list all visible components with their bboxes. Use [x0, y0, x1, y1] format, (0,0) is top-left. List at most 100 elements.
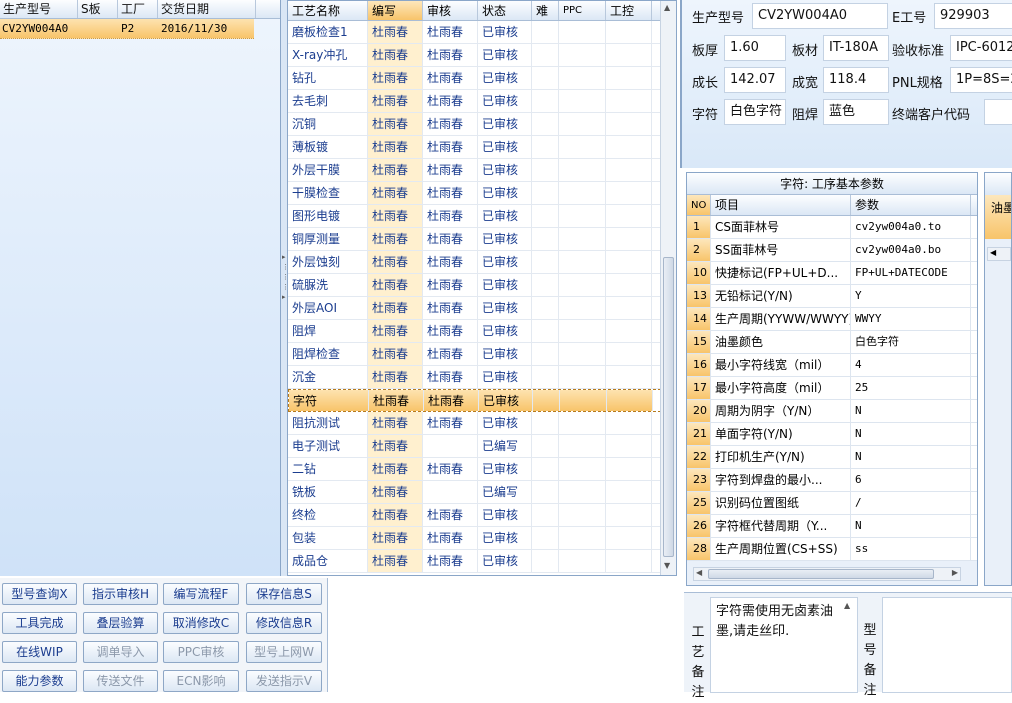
reviewer-cell: 杜雨春 — [423, 21, 478, 43]
table-row[interactable]: 二钻 杜雨春 杜雨春 已审核 — [288, 458, 676, 481]
list-item[interactable]: 21 单面字符(Y/N) N — [687, 423, 977, 446]
mask-field[interactable]: 蓝色 — [823, 99, 889, 125]
list-item[interactable]: 22 打印机生产(Y/N) N — [687, 446, 977, 469]
column-header-item[interactable]: 项目 — [711, 195, 851, 215]
standard-field[interactable]: IPC-6012 — [950, 35, 1012, 61]
column-header-writer[interactable]: 编写 — [368, 1, 423, 20]
table-row[interactable]: 干膜检查 杜雨春 杜雨春 已审核 — [288, 182, 676, 205]
action-button[interactable]: 工具完成 — [2, 612, 77, 634]
table-row[interactable]: 铣板 杜雨春 已编写 — [288, 481, 676, 504]
action-button[interactable]: 编写流程F — [163, 583, 239, 605]
list-item[interactable]: 20 周期为阴字（Y/N） N — [687, 400, 977, 423]
column-header-process-name[interactable]: 工艺名称 — [288, 1, 368, 20]
scroll-right-icon[interactable]: ▶ — [952, 568, 958, 577]
list-item[interactable]: 15 油墨颜色 白色字符 — [687, 331, 977, 354]
control-cell — [606, 366, 652, 388]
column-header-status[interactable]: 状态 — [478, 1, 532, 20]
reviewer-cell: 杜雨春 — [423, 113, 478, 135]
process-grid-scrollbar[interactable]: ▲ ▼ — [660, 1, 676, 575]
list-item[interactable]: 1 CS面菲林号 cv2yw004a0.to — [687, 216, 977, 239]
action-button[interactable]: 在线WIP — [2, 641, 77, 663]
scrollbar-thumb[interactable] — [663, 257, 674, 557]
column-header-ppc[interactable]: PPC — [559, 1, 606, 20]
table-row[interactable]: 电子测试 杜雨春 已编写 — [288, 435, 676, 458]
ink-panel-scroll-left-icon[interactable]: ◀ — [987, 247, 1011, 261]
column-header-factory[interactable]: 工厂 — [118, 0, 158, 18]
table-row[interactable]: 硫脲洗 杜雨春 杜雨春 已审核 — [288, 274, 676, 297]
hscroll-thumb[interactable] — [708, 569, 934, 579]
difficulty-cell — [532, 159, 559, 181]
table-row[interactable]: 外层蚀刻 杜雨春 杜雨春 已审核 — [288, 251, 676, 274]
action-button[interactable]: 调单导入 — [83, 641, 158, 663]
column-header-value[interactable]: 参数 — [851, 195, 971, 215]
action-button[interactable]: 发送指示V — [246, 670, 322, 692]
list-item[interactable]: 10 快捷标记(FP+UL+D... FP+UL+DATECODE — [687, 262, 977, 285]
action-button[interactable]: PPC审核 — [163, 641, 239, 663]
pnl-field[interactable]: 1P=8S=2 — [950, 67, 1012, 93]
model-field[interactable]: CV2YW004A0 — [752, 3, 888, 29]
table-row[interactable]: 外层AOI 杜雨春 杜雨春 已审核 — [288, 297, 676, 320]
column-header-s-board[interactable]: S板 — [78, 0, 118, 18]
table-row[interactable]: 阻焊 杜雨春 杜雨春 已审核 — [288, 320, 676, 343]
table-row[interactable]: 图形电镀 杜雨春 杜雨春 已审核 — [288, 205, 676, 228]
width-field[interactable]: 118.4 — [823, 67, 889, 93]
action-button[interactable]: ECN影响 — [163, 670, 239, 692]
writer-cell: 杜雨春 — [368, 458, 423, 480]
char-field[interactable]: 白色字符 — [724, 99, 786, 125]
list-item[interactable]: 14 生产周期(YYWW/WWYY) WWYY — [687, 308, 977, 331]
column-header-control[interactable]: 工控 — [606, 1, 652, 20]
scroll-down-icon[interactable]: ▼ — [664, 561, 670, 570]
action-button[interactable]: 取消修改C — [163, 612, 239, 634]
action-button[interactable]: 保存信息S — [246, 583, 322, 605]
list-item[interactable]: 13 无铅标记(Y/N) Y — [687, 285, 977, 308]
table-row[interactable]: 外层干膜 杜雨春 杜雨春 已审核 — [288, 159, 676, 182]
list-item[interactable]: 2 SS面菲林号 cv2yw004a0.bo — [687, 239, 977, 262]
order-row[interactable]: CV2YW004A0 P2 2016/11/30 — [0, 19, 254, 39]
column-header-difficulty[interactable]: 难 — [532, 1, 559, 20]
eno-field[interactable]: 929903 — [934, 3, 1012, 29]
list-item[interactable]: 16 最小字符线宽（mil） 4 — [687, 354, 977, 377]
table-row[interactable]: 沉铜 杜雨春 杜雨春 已审核 — [288, 113, 676, 136]
process-remark-text[interactable]: 字符需使用无卤素油墨,请走丝印. — [710, 597, 858, 693]
action-button[interactable]: 型号上网W — [246, 641, 322, 663]
table-row[interactable]: X-ray冲孔 杜雨春 杜雨春 已审核 — [288, 44, 676, 67]
thickness-field[interactable]: 1.60 — [724, 35, 786, 61]
list-item[interactable]: 25 识别码位置图纸 / — [687, 492, 977, 515]
column-header-reviewer[interactable]: 审核 — [423, 1, 478, 20]
table-row[interactable]: 铜厚测量 杜雨春 杜雨春 已审核 — [288, 228, 676, 251]
scroll-up-icon[interactable]: ▲ — [664, 3, 670, 12]
action-button[interactable]: 叠层验算 — [83, 612, 158, 634]
list-item[interactable]: 17 最小字符高度（mil） 25 — [687, 377, 977, 400]
params-hscrollbar[interactable]: ◀ ▶ — [693, 567, 961, 581]
table-row[interactable]: 磨板检查1 杜雨春 杜雨春 已审核 — [288, 21, 676, 44]
table-row[interactable]: 包装 杜雨春 杜雨春 已审核 — [288, 527, 676, 550]
table-row[interactable]: 薄板镀 杜雨春 杜雨春 已审核 — [288, 136, 676, 159]
action-button[interactable]: 修改信息R — [246, 612, 322, 634]
customer-field[interactable] — [984, 99, 1012, 125]
list-item[interactable]: 28 生产周期位置(CS+SS) ss — [687, 538, 977, 561]
material-field[interactable]: IT-180A — [823, 35, 889, 61]
model-remark-text[interactable] — [882, 597, 1012, 693]
length-field[interactable]: 142.07 — [724, 67, 786, 93]
action-button[interactable]: 传送文件 — [83, 670, 158, 692]
table-row[interactable]: 钻孔 杜雨春 杜雨春 已审核 — [288, 67, 676, 90]
table-row[interactable]: 字符 杜雨春 杜雨春 已审核 — [288, 389, 676, 412]
remark-scroll-up-icon[interactable]: ▲ — [844, 601, 850, 610]
column-header-date[interactable]: 交货日期 — [158, 0, 256, 18]
table-row[interactable]: 阻焊检查 杜雨春 杜雨春 已审核 — [288, 343, 676, 366]
action-button[interactable]: 指示审核H — [83, 583, 158, 605]
action-button[interactable]: 型号查询X — [2, 583, 77, 605]
table-row[interactable]: 阻抗测试 杜雨春 杜雨春 已审核 — [288, 412, 676, 435]
table-row[interactable]: 终检 杜雨春 杜雨春 已审核 — [288, 504, 676, 527]
column-header-no[interactable]: NO — [687, 195, 711, 215]
param-no-cell: 10 — [687, 262, 711, 284]
scroll-left-icon[interactable]: ◀ — [696, 568, 702, 577]
list-item[interactable]: 23 字符到焊盘的最小... 6 — [687, 469, 977, 492]
action-button[interactable]: 能力参数 — [2, 670, 77, 692]
list-item[interactable]: 26 字符框代替周期（Y... N — [687, 515, 977, 538]
eno-label: E工号 — [892, 11, 927, 26]
table-row[interactable]: 沉金 杜雨春 杜雨春 已审核 — [288, 366, 676, 389]
table-row[interactable]: 成品仓 杜雨春 杜雨春 已审核 — [288, 550, 676, 573]
column-header-model[interactable]: 生产型号 — [0, 0, 78, 18]
table-row[interactable]: 去毛刺 杜雨春 杜雨春 已审核 — [288, 90, 676, 113]
